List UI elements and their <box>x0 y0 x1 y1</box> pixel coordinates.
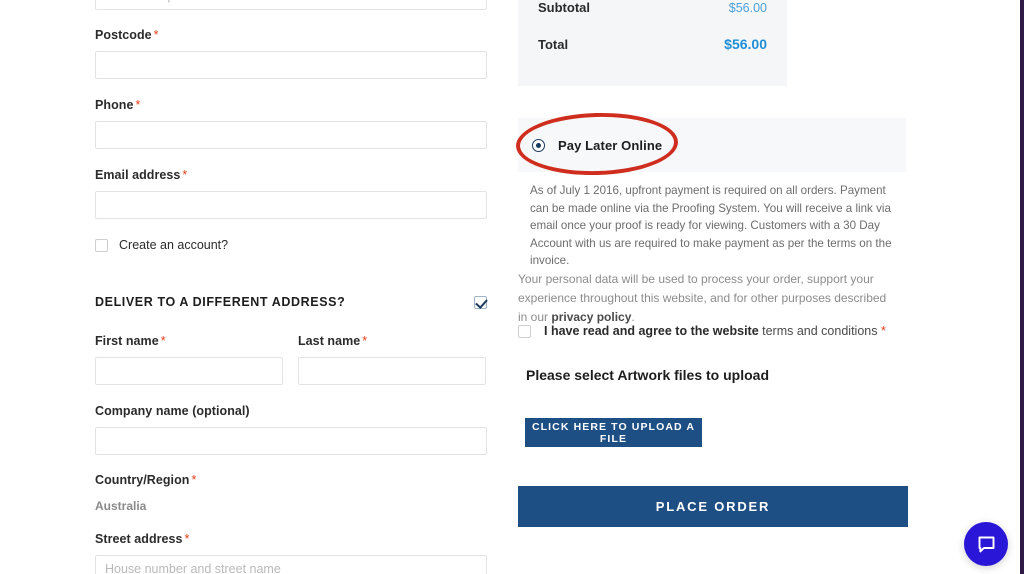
terms-bold-text: I have read and agree to the website <box>544 324 759 338</box>
field-country-region: Country/Region * Australia <box>95 474 487 513</box>
total-row: Total $56.00 <box>538 36 767 72</box>
terms-agreement-row[interactable]: I have read and agree to the website ter… <box>518 324 886 338</box>
terms-normal-text[interactable]: terms and conditions <box>759 324 877 338</box>
field-label-email: Email address * <box>95 168 188 182</box>
field-label-last-name: Last name * <box>298 334 368 348</box>
name-row: First name * Last name * <box>95 335 487 385</box>
terms-checkbox[interactable] <box>518 324 531 338</box>
chat-widget-button[interactable] <box>964 522 1008 566</box>
pay-later-online-label: Pay Later Online <box>558 137 663 153</box>
country-region-value: Australia <box>95 498 147 513</box>
street-address-input[interactable] <box>95 554 487 574</box>
company-name-input[interactable] <box>95 426 487 455</box>
upload-file-button[interactable]: CLICK HERE TO UPLOAD A FILE <box>525 418 702 447</box>
order-totals-panel: Subtotal $56.00 Total $56.00 <box>518 0 787 86</box>
create-account-checkbox[interactable] <box>95 238 108 252</box>
field-label-postcode: Postcode * <box>95 28 159 42</box>
total-label: Total <box>538 37 569 52</box>
privacy-notice: Your personal data will be used to proce… <box>518 270 898 327</box>
payment-method-option[interactable]: Pay Later Online <box>518 118 906 172</box>
field-last-name: Last name * <box>298 335 486 385</box>
payment-description: As of July 1 2016, upfront payment is re… <box>530 184 892 267</box>
field-postcode: Postcode * <box>95 29 487 79</box>
create-account-label: Create an account? <box>119 238 229 252</box>
shipping-heading: DELIVER TO A DIFFERENT ADDRESS? <box>95 295 346 309</box>
terms-required-mark: * <box>880 324 886 338</box>
pay-later-online-radio[interactable] <box>532 138 545 152</box>
shipping-section-header: DELIVER TO A DIFFERENT ADDRESS? <box>95 295 487 309</box>
privacy-policy-link[interactable]: privacy policy <box>551 310 631 324</box>
chat-bubble-icon <box>978 536 994 552</box>
field-label-country-region: Country/Region * <box>95 473 197 487</box>
create-account-row[interactable]: Create an account? <box>95 238 228 252</box>
field-label-phone: Phone * <box>95 98 141 112</box>
field-label-company-name: Company name (optional) <box>95 404 250 418</box>
field-label-street-address: Street address * <box>95 532 190 546</box>
subtotal-row: Subtotal $56.00 <box>538 0 767 36</box>
postcode-input[interactable] <box>95 50 487 79</box>
email-input[interactable] <box>95 190 487 219</box>
phone-input[interactable] <box>95 120 487 149</box>
field-email: Email address * <box>95 169 487 219</box>
select-option-field[interactable] <box>95 0 487 10</box>
terms-label: I have read and agree to the website ter… <box>544 324 886 338</box>
page-right-edge <box>1020 0 1024 574</box>
field-phone: Phone * <box>95 99 487 149</box>
field-label-first-name: First name * <box>95 334 166 348</box>
total-value: $56.00 <box>724 36 767 52</box>
subtotal-value: $56.00 <box>728 1 767 15</box>
field-street-address: Street address * <box>95 533 487 574</box>
privacy-text-after: . <box>631 310 635 324</box>
last-name-input[interactable] <box>298 356 486 385</box>
field-first-name: First name * <box>95 335 283 385</box>
place-order-button[interactable]: PLACE ORDER <box>518 486 908 527</box>
checkout-page: Postcode* Phone* Email address* Create a… <box>0 0 1024 574</box>
upload-heading: Please select Artwork files to upload <box>526 367 770 383</box>
billing-form-column: Postcode* Phone* Email address* Create a… <box>95 0 487 574</box>
field-company-name: Company name (optional) <box>95 405 487 455</box>
subtotal-label: Subtotal <box>538 0 590 15</box>
first-name-input[interactable] <box>95 356 283 385</box>
ship-different-address-checkbox[interactable] <box>474 295 487 309</box>
